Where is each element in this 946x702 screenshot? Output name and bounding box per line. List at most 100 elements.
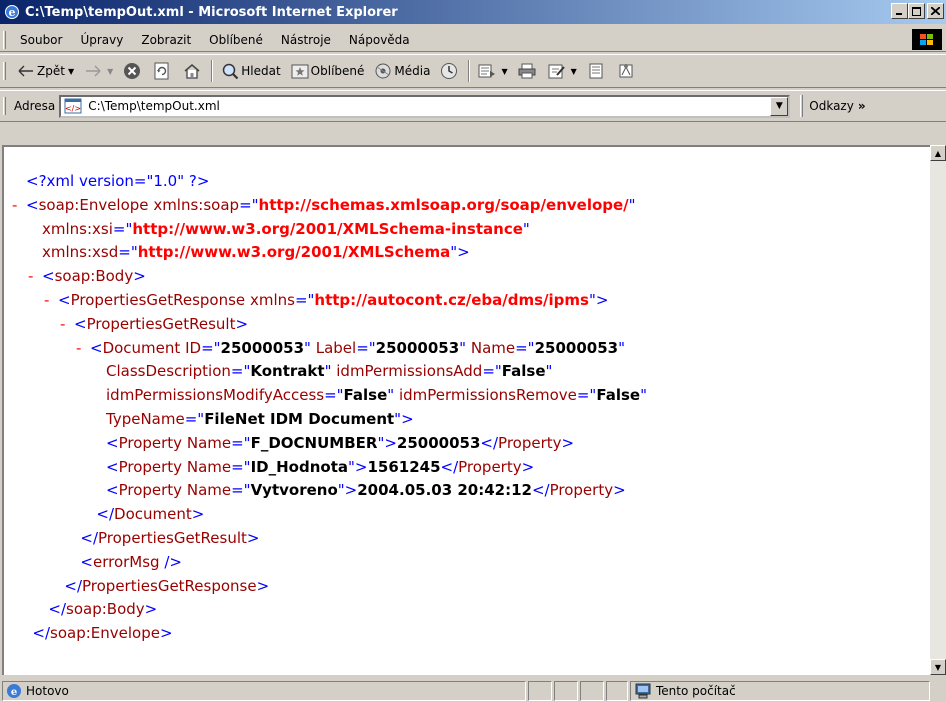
chevron-down-icon: ▼ bbox=[775, 101, 783, 111]
scroll-down-button[interactable]: ▼ bbox=[930, 659, 946, 675]
address-input[interactable]: </> C:\Temp\tempOut.xml ▼ bbox=[59, 94, 791, 118]
collapse-toggle[interactable]: - bbox=[76, 338, 81, 358]
printer-icon bbox=[518, 62, 536, 80]
xml-line: idmPermissionsModifyAccess="False" idmPe… bbox=[106, 386, 647, 405]
window-title: C:\Temp\tempOut.xml - Microsoft Internet… bbox=[25, 4, 398, 20]
back-button[interactable]: Zpět ▼ bbox=[12, 58, 79, 84]
address-dropdown-button[interactable]: ▼ bbox=[770, 96, 789, 116]
refresh-button[interactable] bbox=[148, 58, 178, 84]
xml-line: <?xml version="1.0" ?> bbox=[26, 172, 210, 190]
address-label: Adresa bbox=[14, 99, 56, 113]
svg-text:e: e bbox=[11, 687, 17, 698]
history-button[interactable] bbox=[435, 58, 465, 84]
back-label: Zpět bbox=[37, 64, 65, 78]
collapse-toggle[interactable]: - bbox=[12, 195, 17, 215]
edit-page-icon bbox=[548, 62, 566, 80]
mail-dropdown-icon[interactable]: ▼ bbox=[501, 67, 507, 76]
mail-button[interactable]: ▼ bbox=[473, 58, 512, 84]
address-value: C:\Temp\tempOut.xml bbox=[88, 99, 220, 113]
edit-dropdown-icon[interactable]: ▼ bbox=[571, 67, 577, 76]
status-cell bbox=[528, 680, 552, 701]
menubar-grip[interactable] bbox=[3, 30, 6, 49]
xml-line: <soap:Envelope xmlns:soap="http://schema… bbox=[26, 195, 636, 214]
xml-line: <soap:Body> bbox=[42, 267, 146, 286]
xml-page-icon: </> bbox=[64, 98, 84, 115]
security-zone-label: Tento počítač bbox=[656, 683, 736, 698]
xml-line: <PropertiesGetResult> bbox=[74, 314, 249, 333]
xml-line: </PropertiesGetResult> bbox=[80, 529, 260, 547]
scroll-up-button[interactable]: ▲ bbox=[930, 145, 946, 161]
media-icon bbox=[374, 62, 392, 80]
media-button[interactable]: Média bbox=[369, 58, 435, 84]
edit-button[interactable]: ▼ bbox=[543, 58, 582, 84]
svg-text:</>: </> bbox=[65, 104, 81, 113]
menu-oblibene[interactable]: Oblíbené bbox=[200, 33, 272, 47]
menu-nastroje[interactable]: Nástroje bbox=[272, 33, 340, 47]
maximize-button[interactable] bbox=[908, 3, 925, 19]
discuss-icon bbox=[587, 62, 605, 80]
favorites-label: Oblíbené bbox=[310, 64, 365, 78]
toolbar-separator bbox=[211, 60, 214, 82]
favorites-star-icon bbox=[291, 62, 309, 80]
ie-window: e C:\Temp\tempOut.xml - Microsoft Intern… bbox=[0, 0, 946, 702]
maximize-icon bbox=[912, 6, 921, 16]
status-cell bbox=[606, 680, 628, 701]
xml-line: <Property Name="F_DOCNUMBER">25000053</P… bbox=[106, 433, 575, 452]
back-dropdown-icon[interactable]: ▼ bbox=[68, 67, 74, 76]
home-icon bbox=[183, 62, 201, 80]
messenger-button[interactable] bbox=[612, 58, 642, 84]
standard-toolbar: Zpět ▼ ▼ Hledat Oblíbené Média ▼ ▼ bbox=[0, 54, 946, 88]
menu-zobrazit[interactable]: Zobrazit bbox=[132, 33, 200, 47]
xml-content-area[interactable]: <?xml version="1.0" ?> - <soap:Envelope xm… bbox=[2, 145, 930, 675]
xml-line: </PropertiesGetResponse> bbox=[64, 576, 270, 595]
links-toolbar[interactable]: Odkazy » bbox=[800, 95, 866, 117]
favorites-button[interactable]: Oblíbené bbox=[286, 58, 370, 84]
collapse-toggle[interactable]: - bbox=[28, 266, 33, 286]
forward-button[interactable]: ▼ bbox=[79, 58, 118, 84]
chevron-more-icon[interactable]: » bbox=[858, 99, 866, 113]
toolbar-grip[interactable] bbox=[3, 62, 6, 80]
svg-text:e: e bbox=[9, 6, 16, 19]
minimize-icon bbox=[895, 13, 902, 15]
search-button[interactable]: Hledat bbox=[216, 58, 285, 84]
close-button[interactable] bbox=[927, 3, 944, 19]
media-label: Média bbox=[394, 64, 431, 78]
computer-icon bbox=[634, 683, 652, 699]
forward-dropdown-icon[interactable]: ▼ bbox=[107, 67, 113, 76]
print-button[interactable] bbox=[513, 58, 543, 84]
collapse-toggle[interactable]: - bbox=[44, 290, 49, 310]
status-zone: Tento počítač bbox=[630, 680, 930, 701]
status-bar: e Hotovo Tento počítač bbox=[0, 679, 946, 702]
page-done-icon: e bbox=[6, 683, 22, 699]
addressbar-grip[interactable] bbox=[3, 97, 6, 115]
vertical-scrollbar[interactable]: ▲ ▼ bbox=[930, 145, 946, 675]
close-icon bbox=[931, 7, 940, 15]
menu-upravy[interactable]: Úpravy bbox=[71, 33, 132, 47]
xml-line: </soap:Body> bbox=[48, 600, 158, 619]
search-label: Hledat bbox=[241, 64, 281, 78]
menu-napoveda[interactable]: Nápověda bbox=[340, 33, 419, 47]
menu-soubor[interactable]: Soubor bbox=[12, 33, 71, 47]
xml-line: </Document> bbox=[96, 505, 205, 524]
stop-icon bbox=[123, 62, 141, 80]
windows-logo-icon bbox=[912, 29, 942, 50]
scroll-down-icon: ▼ bbox=[934, 662, 942, 672]
menu-bar: Soubor Úpravy Zobrazit Oblíbené Nástroje… bbox=[0, 28, 946, 52]
home-button[interactable] bbox=[178, 58, 208, 84]
links-grip[interactable] bbox=[800, 95, 804, 117]
status-main: e Hotovo bbox=[2, 680, 526, 701]
xml-line: xmlns:xsd="http://www.w3.org/2001/XMLSch… bbox=[42, 243, 470, 262]
toolbar-separator bbox=[468, 60, 471, 82]
status-cell bbox=[580, 680, 604, 701]
address-bar: Adresa </> C:\Temp\tempOut.xml ▼ Odkazy … bbox=[0, 90, 946, 122]
discuss-button[interactable] bbox=[582, 58, 612, 84]
ie-logo-icon: e bbox=[4, 4, 20, 20]
stop-button[interactable] bbox=[118, 58, 148, 84]
search-icon bbox=[221, 62, 239, 80]
status-cell bbox=[554, 680, 578, 701]
minimize-button[interactable] bbox=[891, 3, 908, 19]
xml-line: <Property Name="ID_Hodnota">1561245</Pro… bbox=[106, 457, 535, 476]
collapse-toggle[interactable]: - bbox=[60, 314, 65, 334]
title-bar[interactable]: e C:\Temp\tempOut.xml - Microsoft Intern… bbox=[0, 0, 946, 24]
history-icon bbox=[440, 62, 458, 80]
